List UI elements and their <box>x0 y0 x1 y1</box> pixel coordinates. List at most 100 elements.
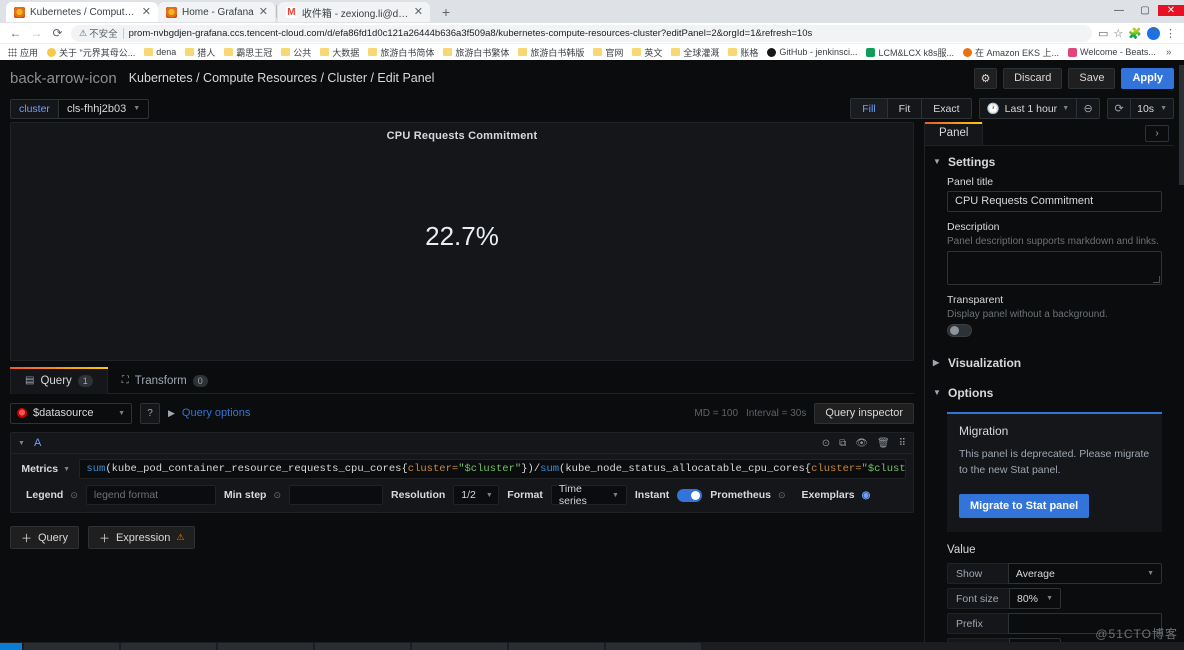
puzzle-icon[interactable]: 🧩 <box>1128 27 1142 40</box>
bookmark-item[interactable]: 旅游白书简体 <box>365 46 437 59</box>
gear-icon[interactable]: ⚙ <box>974 67 998 89</box>
query-options-toggle[interactable]: ▶ Query options <box>168 407 250 419</box>
bookmarks-overflow-button[interactable]: » <box>1162 47 1176 58</box>
forward-icon[interactable]: → <box>29 26 44 40</box>
taskbar-item[interactable] <box>24 642 119 650</box>
transform-icon: ⛶ <box>121 375 129 386</box>
section-options[interactable]: ▼ Options <box>925 377 1174 407</box>
transparent-toggle[interactable] <box>947 323 972 337</box>
add-expression-button[interactable]: ＋ Expression ⚠ <box>87 526 196 549</box>
tab-panel[interactable]: Panel <box>925 122 984 145</box>
browser-tab-2[interactable]: 收件箱 - zexiong.li@dena.jp - ✕ <box>277 2 430 22</box>
panel-title-input[interactable]: CPU Requests Commitment <box>947 190 1162 212</box>
section-visualization[interactable]: ▶ Visualization <box>925 337 1174 377</box>
add-query-button[interactable]: ＋ Query <box>10 526 79 549</box>
maximize-button[interactable]: ▢ <box>1132 5 1158 16</box>
duplicate-icon[interactable]: ⧉ <box>839 438 846 449</box>
time-range-button[interactable]: 🕐 Last 1 hour ▼ <box>980 99 1078 118</box>
resolution-select[interactable]: 1/2 ▼ <box>453 485 500 505</box>
cast-icon[interactable]: ▭ <box>1098 27 1108 40</box>
help-circle-icon[interactable]: ⊙ <box>822 438 830 449</box>
page-scrollbar[interactable] <box>1179 61 1184 650</box>
bookmark-apps[interactable]: 应用 <box>5 46 41 59</box>
close-icon[interactable]: ✕ <box>414 6 423 18</box>
taskbar-item[interactable] <box>121 642 216 650</box>
start-button[interactable] <box>0 642 22 650</box>
discard-button[interactable]: Discard <box>1003 67 1063 89</box>
bookmark-item[interactable]: 霸思王冠 <box>221 46 275 59</box>
legend-format-input[interactable]: legend format <box>85 485 216 505</box>
trash-icon[interactable]: 🗑 <box>877 438 890 449</box>
save-button[interactable]: Save <box>1068 67 1116 89</box>
minimize-button[interactable]: — <box>1106 5 1132 16</box>
bookmark-item[interactable]: 猎人 <box>182 46 218 59</box>
reload-icon[interactable]: ⟳ <box>50 26 65 40</box>
zoom-out-icon[interactable]: ⊖ <box>1077 99 1099 118</box>
refresh-interval-select[interactable]: 10s ▼ <box>1131 99 1173 118</box>
taskbar-item[interactable] <box>606 642 701 650</box>
browser-tab-0[interactable]: Kubernetes / Compute Resou... ✕ <box>6 2 158 22</box>
bookmark-item[interactable]: 账格 <box>725 46 761 59</box>
bookmark-item[interactable]: 公共 <box>278 46 314 59</box>
address-bar[interactable]: ⚠ 不安全 prom-nvbgdjen-grafana.ccs.tencent-… <box>71 24 1093 42</box>
new-tab-button[interactable]: + <box>434 2 458 22</box>
value-fontsize-select[interactable]: 80% ▼ <box>1009 588 1061 610</box>
close-window-button[interactable]: ✕ <box>1158 4 1184 16</box>
description-textarea[interactable] <box>947 250 1162 285</box>
section-settings[interactable]: ▼ Settings <box>925 146 1174 176</box>
query-inspector-button[interactable]: Query inspector <box>814 402 914 424</box>
close-icon[interactable]: ✕ <box>259 6 268 18</box>
bookmark-item[interactable]: Welcome - Beats... <box>1065 47 1159 57</box>
bookmark-item[interactable]: 英文 <box>629 46 665 59</box>
variable-select[interactable]: cls-fhhj2b03 ▼ <box>57 98 150 119</box>
not-secure-badge[interactable]: ⚠ 不安全 <box>79 26 118 41</box>
scrollbar-thumb[interactable] <box>1179 65 1184 185</box>
value-show-select[interactable]: Average ▼ <box>1007 563 1162 585</box>
taskbar-item[interactable] <box>218 642 313 650</box>
taskbar-item[interactable] <box>315 642 410 650</box>
browser-tab-1[interactable]: Home - Grafana ✕ <box>158 2 275 22</box>
bookmark-item[interactable]: GitHub - jenkinsci... <box>764 47 860 57</box>
fit-mode-fill[interactable]: Fill <box>851 99 888 118</box>
chevron-right-icon[interactable]: › <box>1145 125 1169 142</box>
menu-icon[interactable]: ⋮ <box>1165 27 1176 40</box>
back-icon[interactable]: ← <box>8 26 23 40</box>
close-icon[interactable]: ✕ <box>142 6 151 18</box>
taskbar-item[interactable] <box>412 642 507 650</box>
promql-expression-input[interactable]: sum (kube_pod_container_resource_requests… <box>79 459 906 479</box>
bookmark-item[interactable]: 官网 <box>590 46 626 59</box>
migrate-to-stat-panel-button[interactable]: Migrate to Stat panel <box>959 494 1090 519</box>
bookmark-item[interactable]: 在 Amazon EKS 上... <box>960 46 1062 59</box>
bookmark-item[interactable]: 旅游白书繁体 <box>440 46 512 59</box>
drag-icon[interactable]: ⠿ <box>899 438 906 449</box>
chevron-down-icon[interactable]: ▼ <box>18 440 25 447</box>
min-step-input[interactable] <box>289 485 384 505</box>
eye-icon[interactable]: 👁 <box>855 438 868 449</box>
tab-transform[interactable]: ⛶ Transform 0 <box>108 367 222 394</box>
fit-mode-fit[interactable]: Fit <box>888 99 923 118</box>
fit-mode-exact[interactable]: Exact <box>922 99 970 118</box>
instant-toggle[interactable] <box>677 488 703 502</box>
star-icon[interactable]: ☆ <box>1113 27 1123 40</box>
query-row-header: ▼ A ⊙ ⧉ 👁 🗑 ⠿ <box>11 433 913 454</box>
format-select[interactable]: Time series ▼ <box>550 483 627 507</box>
bookmark-item[interactable]: 全球灌溉 <box>668 46 722 59</box>
bookmark-item[interactable]: LCM&LCX k8s服... <box>863 46 957 59</box>
back-arrow-icon[interactable]: back-arrow-icon <box>10 70 117 87</box>
help-circle-icon[interactable]: ? <box>140 402 160 424</box>
bookmark-item[interactable]: dena <box>141 47 179 57</box>
refresh-icon[interactable]: ⟳ <box>1108 99 1132 118</box>
bookmark-item[interactable]: 旅游白书韩版 <box>515 46 587 59</box>
metrics-browser-button[interactable]: Metrics ▼ <box>18 459 73 479</box>
tab-query[interactable]: ▤ Query 1 <box>10 367 108 394</box>
eye-icon[interactable]: ◉ <box>862 490 871 501</box>
taskbar-item[interactable] <box>509 642 604 650</box>
bookmark-item[interactable]: 关于 "元界其母公... <box>44 46 138 59</box>
aws-icon <box>962 47 972 57</box>
visualization-preview[interactable]: CPU Requests Commitment 22.7% <box>10 122 914 361</box>
profile-avatar[interactable]: Z <box>1147 26 1160 40</box>
resolution-value: 1/2 <box>461 489 476 501</box>
bookmark-item[interactable]: 大数据 <box>317 46 362 59</box>
datasource-picker[interactable]: $datasource ▼ <box>10 402 132 424</box>
apply-button[interactable]: Apply <box>1121 67 1174 89</box>
